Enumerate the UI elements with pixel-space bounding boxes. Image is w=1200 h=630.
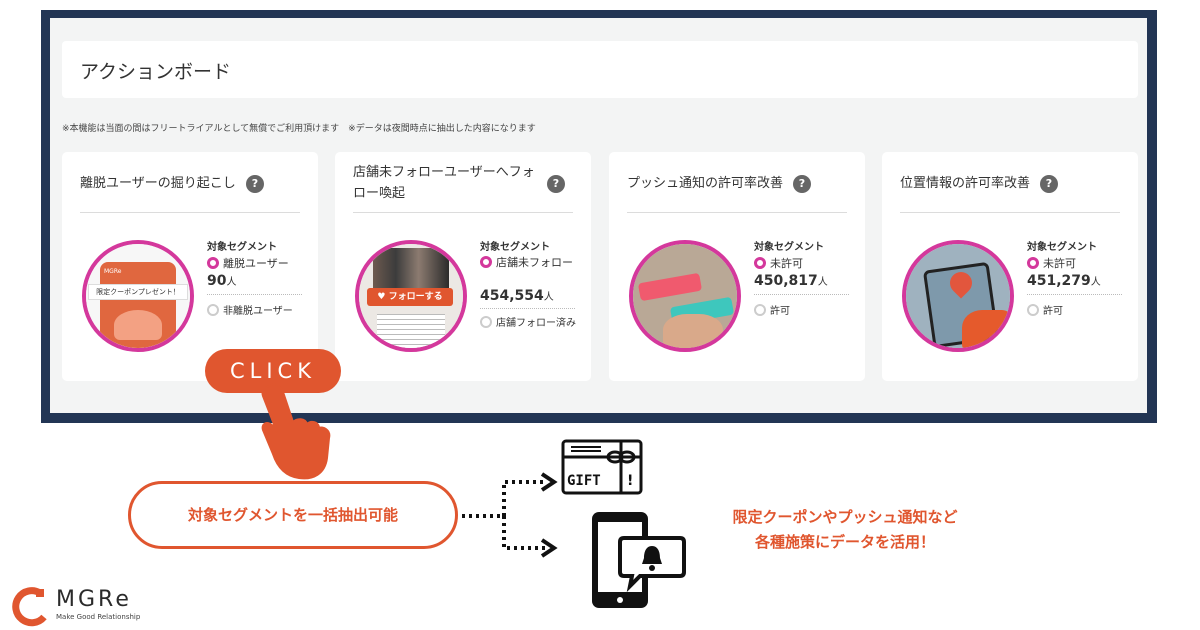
segment-option-other[interactable]: 許可 (754, 302, 790, 317)
radio-unselected-icon (754, 304, 766, 316)
card-divider (353, 212, 573, 213)
card-divider (900, 212, 1120, 213)
radio-selected-icon (207, 257, 219, 269)
segment-option-selected[interactable]: 未許可 (1027, 255, 1076, 271)
follow-illustration-button: ♥ フォローする (367, 288, 453, 306)
action-card-push-permission[interactable]: プッシュ通知の許可率改善 ? 対象セグメント 未許可 450,817人 許可 (609, 152, 865, 381)
card-title: プッシュ通知の許可率改善 (627, 176, 784, 191)
help-icon[interactable]: ? (547, 175, 565, 193)
card-title: 位置情報の許可率改善 (900, 176, 1031, 191)
segment-option-other[interactable]: 店舗フォロー済み (480, 316, 580, 332)
svg-text:!: ! (627, 473, 633, 489)
radio-unselected-icon (1027, 304, 1039, 316)
segment-option-selected[interactable]: 店舗未フォロー (480, 255, 580, 271)
segment-separator (207, 294, 302, 295)
card-divider (80, 212, 300, 213)
help-icon[interactable]: ? (1040, 175, 1058, 193)
page-header: アクションボード (62, 41, 1138, 98)
card-title: 離脱ユーザーの掘り起こし (80, 176, 236, 191)
help-icon[interactable]: ? (793, 175, 811, 193)
segment-separator (754, 294, 849, 295)
card-divider (627, 212, 847, 213)
segment-count: 90人 (207, 273, 237, 289)
segment-label: 対象セグメント (1027, 242, 1097, 253)
radio-unselected-icon (207, 304, 219, 316)
segment-label: 対象セグメント (754, 242, 824, 253)
radio-selected-icon (754, 257, 766, 269)
segment-separator (480, 308, 575, 309)
logo-tagline: Make Good Relationship (56, 613, 141, 621)
promo-message: 限定クーポンやプッシュ通知など 各種施策にデータを活用！ (732, 508, 958, 551)
action-card-location-permission[interactable]: 位置情報の許可率改善 ? 対象セグメント 未許可 451,279人 許可 (882, 152, 1138, 381)
segment-label: 対象セグメント (207, 242, 277, 253)
segment-count: 451,279人 (1027, 273, 1101, 289)
flow-arrows-icon (462, 472, 558, 558)
illustration-brand: MGRe (104, 268, 122, 275)
logo-name: MGRe (56, 587, 132, 612)
gift-label: GIFT (567, 473, 601, 489)
radio-selected-icon (1027, 257, 1039, 269)
segment-label: 対象セグメント (480, 242, 550, 253)
segment-separator (1027, 294, 1122, 295)
free-trial-notice: ※本機能は当面の間はフリートライアルとして無償でご利用頂けます ※データは夜間時… (62, 124, 536, 134)
segment-option-other[interactable]: 許可 (1027, 302, 1063, 317)
location-permission-illustration (902, 240, 1014, 352)
segment-option-selected[interactable]: 未許可 (754, 255, 803, 271)
action-card-store-follow[interactable]: 店舗未フォローユーザーへフォロー喚起 ? ♥ フォローする 対象セグメント 店舗… (335, 152, 591, 381)
radio-unselected-icon (480, 316, 492, 328)
bulk-extract-label: 対象セグメントを一括抽出可能 (128, 481, 458, 549)
segment-count: 450,817人 (754, 273, 828, 289)
store-follow-illustration: ♥ フォローする (355, 240, 467, 352)
segment-option-other[interactable]: 非離脱ユーザー (207, 302, 293, 317)
mgre-logo-icon (12, 587, 47, 627)
segment-count: 454,554人 (480, 288, 554, 304)
gift-card-icon: ! GIFT (561, 439, 643, 495)
card-title: 店舗未フォローユーザーへフォロー喚起 (353, 165, 535, 201)
pointing-hand-icon (261, 383, 331, 480)
churned-users-illustration: MGRe 限定クーポンプレゼント！ (82, 240, 194, 352)
action-card-churned-users[interactable]: 離脱ユーザーの掘り起こし ? MGRe 限定クーポンプレゼント！ 対象セグメント… (62, 152, 318, 381)
segment-option-selected[interactable]: 離脱ユーザー (207, 255, 289, 271)
help-icon[interactable]: ? (246, 175, 264, 193)
push-permission-illustration (629, 240, 741, 352)
coupon-banner: 限定クーポンプレゼント！ (88, 284, 188, 300)
radio-selected-icon (480, 256, 492, 268)
push-notification-phone-icon (592, 512, 686, 608)
page-title: アクションボード (80, 61, 232, 83)
